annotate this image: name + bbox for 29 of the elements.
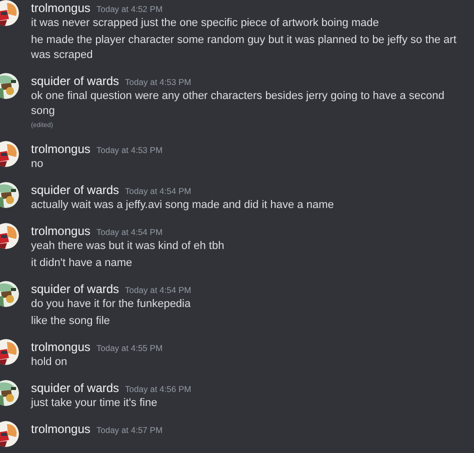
message-text: just take your time it's fine	[31, 396, 158, 411]
timestamp: Today at 4:53 PM	[96, 144, 163, 157]
message-text: hold on	[31, 355, 68, 370]
message-text: do you have it for the funkepedia	[31, 297, 192, 312]
username[interactable]: trolmongus	[31, 421, 90, 437]
timestamp: Today at 4:52 PM	[96, 3, 163, 16]
username[interactable]: trolmongus	[31, 339, 90, 355]
username[interactable]: trolmongus	[31, 0, 90, 16]
timestamp: Today at 4:53 PM	[125, 76, 192, 89]
message-text: it was never scrapped just the one specific piece of artwork boing made	[31, 16, 380, 31]
username[interactable]: squider of wards	[31, 281, 120, 297]
message-text: he made the player character some random guy but it was planned to be jeffy so the art was scraped	[31, 33, 458, 63]
timestamp: Today at 4:56 PM	[125, 383, 192, 396]
timestamp: Today at 4:54 PM	[96, 226, 163, 239]
message-text: it didn't have a name	[31, 256, 134, 271]
username[interactable]: squider of wards	[31, 182, 120, 198]
username[interactable]: squider of wards	[31, 73, 120, 89]
timestamp: Today at 4:57 PM	[96, 424, 163, 437]
message-text: no	[31, 157, 44, 172]
username[interactable]: squider of wards	[31, 380, 120, 396]
message-text: ok one final question were any other characters besides jerry going to have a second song	[31, 89, 446, 119]
timestamp: Today at 4:54 PM	[125, 284, 192, 297]
username[interactable]: trolmongus	[31, 141, 90, 157]
timestamp: Today at 4:55 PM	[96, 342, 163, 355]
message-text: yeah there was but it was kind of eh tbh	[31, 239, 226, 254]
timestamp: Today at 4:54 PM	[125, 185, 192, 198]
username[interactable]: trolmongus	[31, 223, 90, 239]
message-text: like the song file	[31, 314, 111, 329]
message-text: actually wait was a jeffy.avi song made and did it have a name	[31, 198, 335, 213]
